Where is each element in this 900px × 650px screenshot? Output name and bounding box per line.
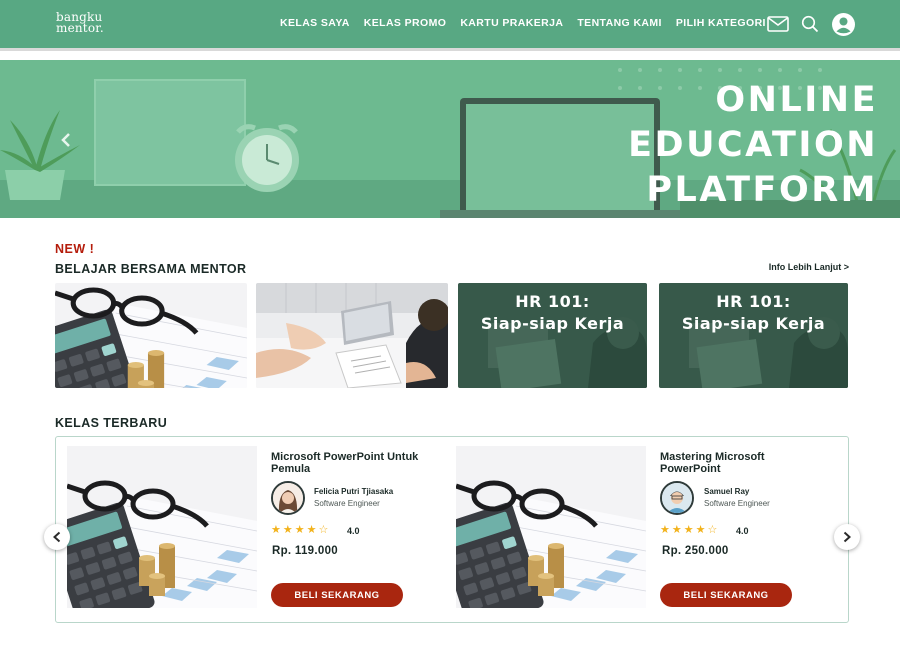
course-1-title-line-2: Pemula [271, 463, 311, 475]
calculator-image [55, 283, 247, 388]
course-2-price: Rp. 250.000 [662, 545, 729, 557]
site-logo[interactable]: bangku mentor. [56, 11, 116, 35]
course-2-mentor-role: Software Engineer [704, 499, 770, 508]
course-2-mentor-name: Samuel Ray [704, 487, 750, 496]
course-2-rating-value: 4.0 [736, 526, 749, 536]
interview-image [256, 283, 448, 388]
mentor-section-title: BELAJAR BERSAMA MENTOR [55, 262, 247, 276]
mentor-tile-calculator[interactable] [55, 283, 247, 388]
nav-pilih-kategori[interactable]: PILIH KATEGORI [676, 17, 766, 29]
course-1-rating-value: 4.0 [347, 526, 360, 536]
mentor-tile-interview[interactable] [256, 283, 448, 388]
calculator-image [456, 446, 646, 608]
hr101-title-line-2: Siap-siap Kerja [480, 314, 625, 333]
hero-line-3: PLATFORM [646, 170, 878, 210]
nav-kelas-promo[interactable]: KELAS PROMO [364, 17, 447, 29]
hero-prev-chevron-icon[interactable] [60, 132, 72, 153]
course-1-thumbnail[interactable] [67, 446, 257, 608]
mail-icon[interactable] [767, 12, 789, 36]
course-2-thumbnail[interactable] [456, 446, 646, 608]
course-1-title[interactable]: Microsoft PowerPoint Untuk Pemula [271, 451, 441, 475]
logo-line-2: mentor. [56, 21, 104, 35]
main-nav: KELAS SAYA KELAS PROMO KARTU PRAKERJA TE… [280, 17, 780, 29]
new-badge: NEW ! [55, 242, 95, 256]
nav-kartu-prakerja[interactable]: KARTU PRAKERJA [460, 17, 563, 29]
hero-banner: ONLINE EDUCATION PLATFORM [0, 60, 900, 218]
hr101-title-line-1: HR 101: [515, 292, 590, 311]
course-2-title-line-2: PowerPoint [660, 463, 721, 475]
chevron-left-icon [53, 531, 61, 543]
course-1-mentor-name: Felicia Putri Tjiasaka [314, 487, 394, 496]
courses-section-title: KELAS TERBARU [55, 416, 168, 430]
mentor-tile-hr101-2[interactable]: HR 101: Siap-siap Kerja [659, 283, 848, 388]
course-2-title[interactable]: Mastering Microsoft PowerPoint [660, 451, 830, 475]
course-1-mentor-role: Software Engineer [314, 499, 380, 508]
course-2-mentor-avatar [660, 481, 694, 515]
course-1-rating-stars: ★★★★☆ [271, 524, 331, 536]
hr101-title: HR 101: Siap-siap Kerja [458, 291, 647, 335]
hero-line-1: ONLINE [715, 80, 878, 120]
carousel-next-button[interactable] [834, 524, 860, 550]
hero-line-2: EDUCATION [628, 125, 878, 165]
course-2-title-line-1: Mastering Microsoft [660, 451, 765, 463]
more-info-link[interactable]: Info Lebih Lanjut > [769, 262, 849, 272]
course-2-rating-stars: ★★★★☆ [660, 524, 720, 536]
chevron-right-icon [843, 531, 851, 543]
header-divider [0, 48, 900, 51]
course-1-price: Rp. 119.000 [272, 545, 338, 557]
carousel-prev-button[interactable] [44, 524, 70, 550]
hr101-title: HR 101: Siap-siap Kerja [659, 291, 848, 335]
hr101-title-line-2: Siap-siap Kerja [681, 314, 826, 333]
mentor-tile-hr101-1[interactable]: HR 101: Siap-siap Kerja [458, 283, 647, 388]
course-1-buy-button[interactable]: BELI SEKARANG [271, 583, 403, 607]
course-1-title-line-1: Microsoft PowerPoint Untuk [271, 451, 419, 463]
hr101-title-line-1: HR 101: [716, 292, 791, 311]
top-navigation-bar: bangku mentor. KELAS SAYA KELAS PROMO KA… [0, 0, 900, 48]
hero-headline: ONLINE EDUCATION PLATFORM [478, 78, 878, 213]
course-2-buy-button[interactable]: BELI SEKARANG [660, 583, 792, 607]
nav-kelas-saya[interactable]: KELAS SAYA [280, 17, 350, 29]
user-account-icon[interactable] [831, 12, 855, 36]
search-icon[interactable] [800, 12, 820, 36]
nav-tentang-kami[interactable]: TENTANG KAMI [577, 17, 662, 29]
calculator-image [67, 446, 257, 608]
course-1-mentor-avatar [271, 481, 305, 515]
